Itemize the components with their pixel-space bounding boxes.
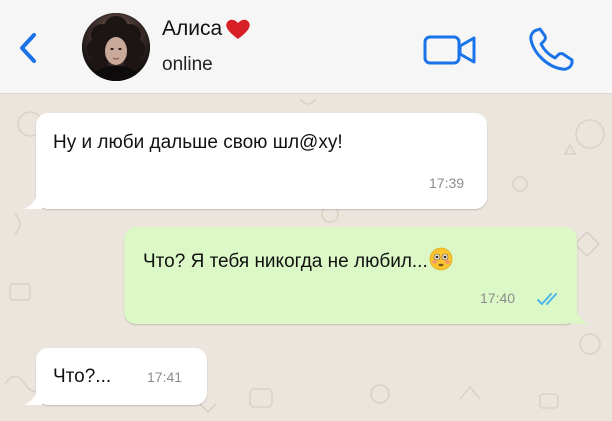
video-call-button[interactable]: [423, 34, 477, 66]
message-time: 17:39: [429, 175, 465, 191]
back-button[interactable]: [12, 28, 46, 68]
message-bubble-outgoing[interactable]: Что? Я тебя никогда не любил... 17:40: [124, 227, 589, 324]
contact-name-text: Алиса: [162, 17, 223, 40]
message-time: 17:40: [480, 290, 516, 306]
double-check-icon: [537, 293, 557, 305]
contact-status: online: [162, 54, 213, 75]
red-heart-icon: [226, 19, 250, 39]
message-text: Ну и люби дальше свою шл@ху!: [53, 132, 343, 153]
voice-call-button[interactable]: [527, 26, 577, 72]
avatar-image: [82, 13, 150, 81]
flushed-face-emoji-icon: [429, 247, 453, 271]
message-text: Что? Я тебя никогда не любил...: [143, 251, 428, 272]
message-text-row: Что? Я тебя никогда не любил...: [143, 247, 453, 273]
chevron-left-icon: [20, 33, 36, 63]
contact-name[interactable]: Алиса: [162, 17, 252, 41]
contact-avatar[interactable]: [82, 13, 150, 81]
bubble-tail: [24, 389, 42, 405]
message-time: 17:41: [147, 369, 183, 385]
bubble-tail: [571, 308, 589, 324]
message-bubble-incoming[interactable]: Ну и люби дальше свою шл@ху! 17:39: [24, 113, 487, 209]
message-text: Что?...: [53, 366, 112, 387]
video-camera-icon: [423, 35, 476, 65]
phone-icon: [529, 27, 574, 71]
bubble-tail: [24, 193, 42, 209]
chat-area[interactable]: Ну и люби дальше свою шл@ху! 17:39 Что? …: [0, 94, 612, 421]
message-bubble-incoming[interactable]: Что?... 17:41: [24, 348, 207, 405]
chat-header: Алиса online: [0, 0, 612, 94]
